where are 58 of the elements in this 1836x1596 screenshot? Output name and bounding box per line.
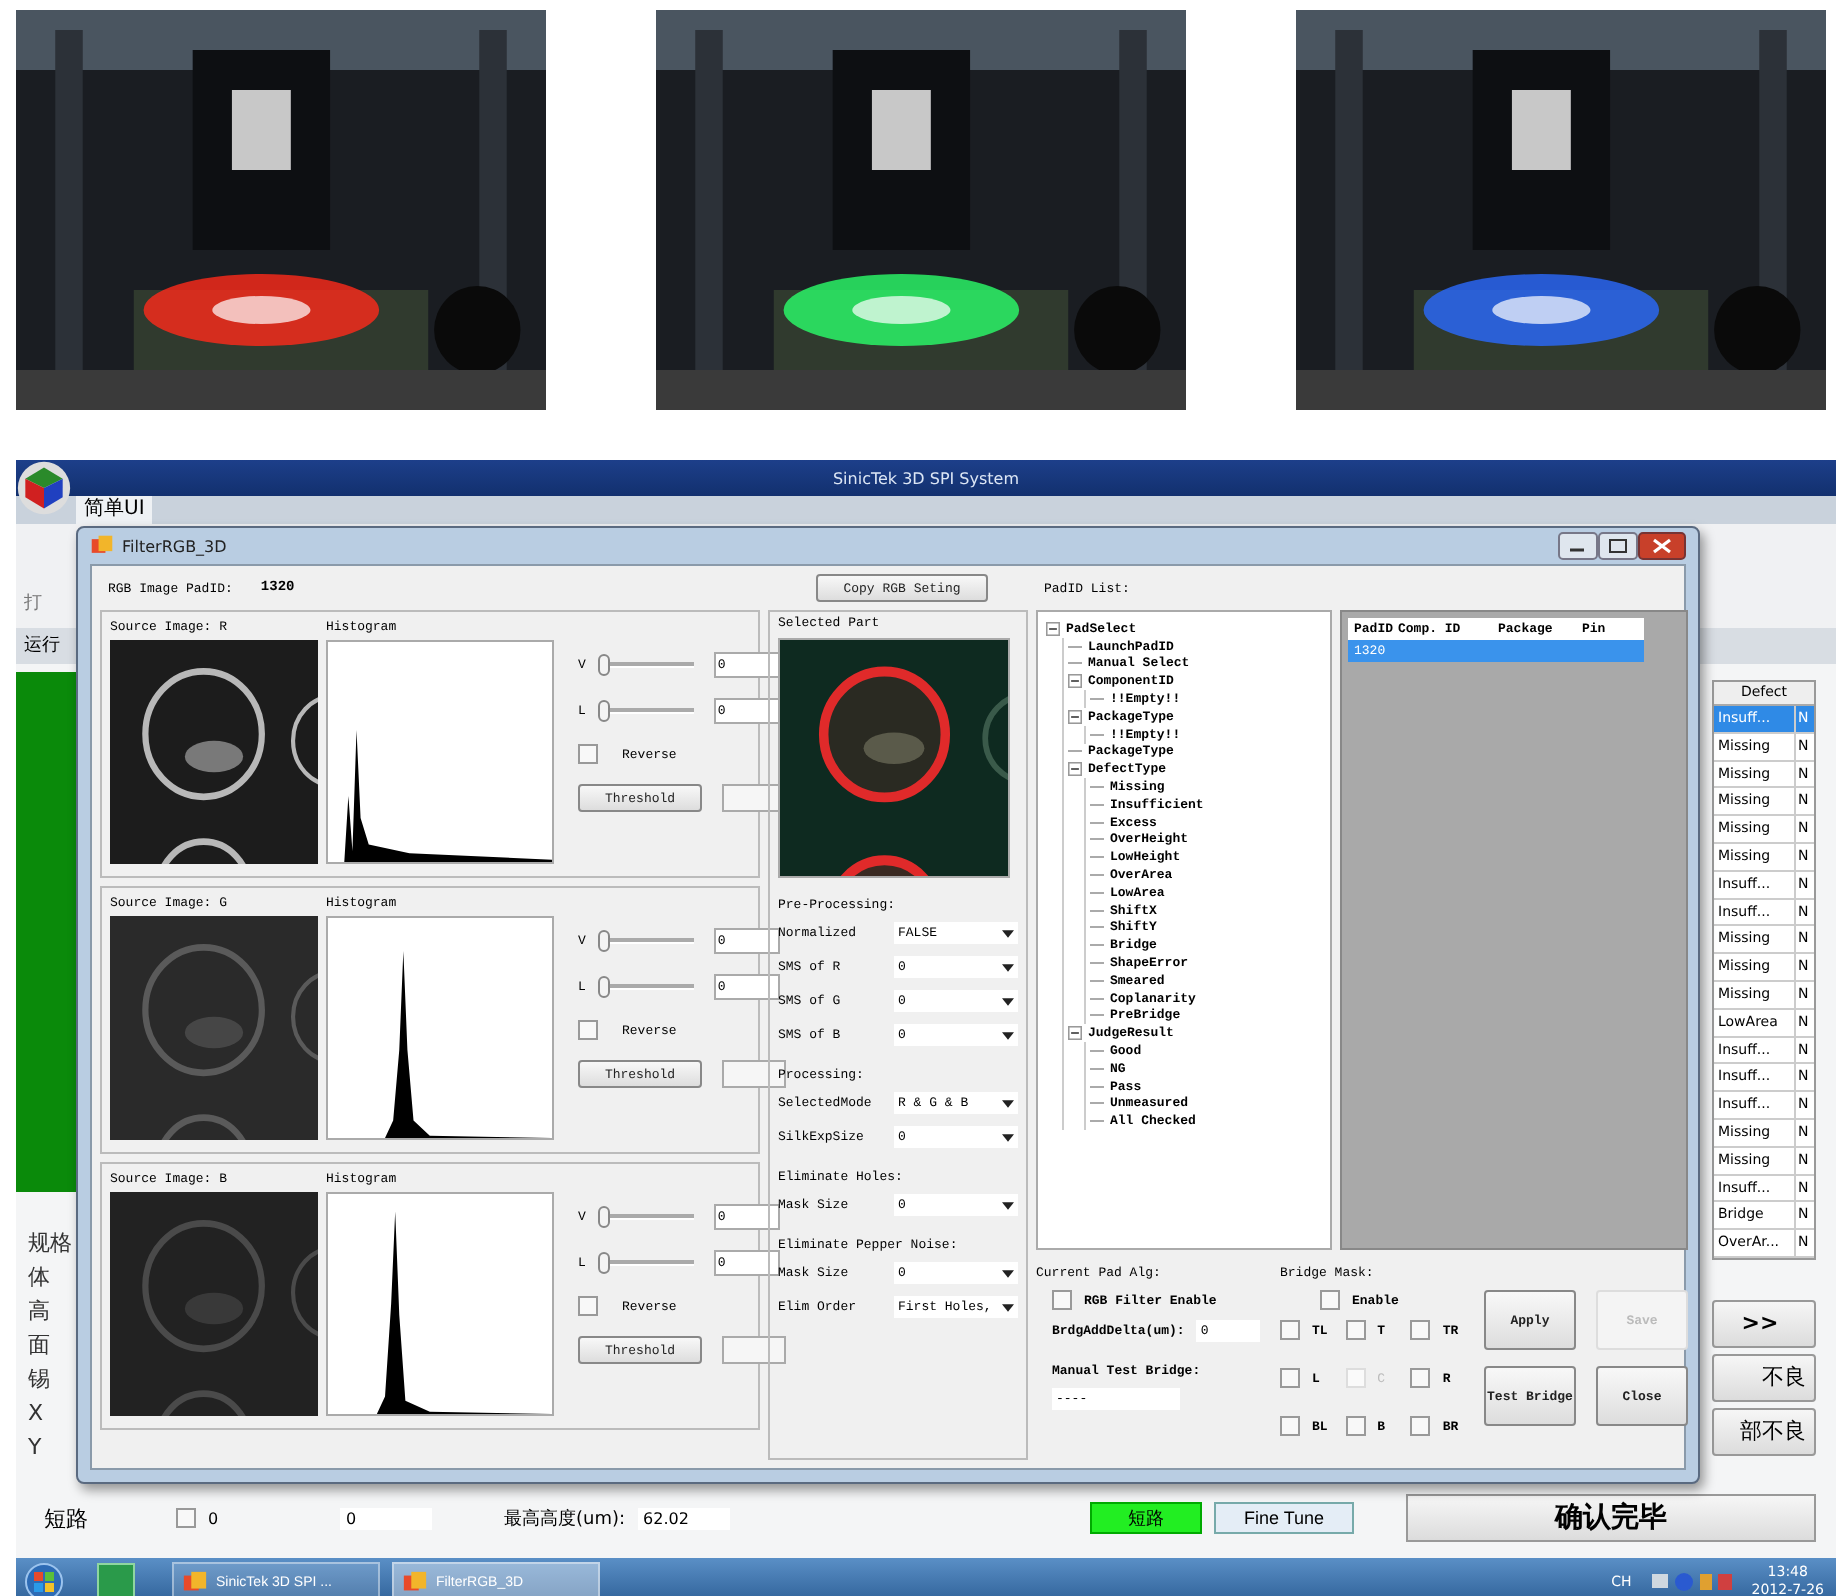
- window-icon: [182, 1569, 208, 1595]
- checkbox[interactable]: [1410, 1416, 1431, 1436]
- checkbox[interactable]: [1410, 1368, 1431, 1388]
- tab[interactable]: 运行: [24, 634, 60, 658]
- checkbox[interactable]: [1410, 1320, 1431, 1340]
- collapse-icon[interactable]: [1046, 621, 1060, 636]
- checkbox[interactable]: [176, 1508, 196, 1528]
- checkbox[interactable]: [1280, 1368, 1300, 1388]
- field-label: 锡: [28, 1364, 50, 1394]
- checkbox[interactable]: [1280, 1416, 1300, 1436]
- checkbox[interactable]: [1345, 1416, 1366, 1436]
- field-label: X: [28, 1398, 44, 1428]
- caret-icon: [1002, 963, 1014, 971]
- checkbox[interactable]: [578, 1296, 598, 1316]
- checkbox[interactable]: [1320, 1290, 1340, 1310]
- collapse-icon[interactable]: [1068, 1026, 1082, 1041]
- window-title: SinicTek 3D SPI System: [832, 469, 1020, 487]
- short-button[interactable]: 短路: [1090, 1502, 1202, 1534]
- field-label: Y: [28, 1432, 42, 1462]
- collapse-icon[interactable]: [1068, 674, 1082, 689]
- checkbox[interactable]: [1345, 1320, 1366, 1340]
- field-label: 高: [28, 1296, 50, 1326]
- caret-icon: [1002, 1133, 1014, 1141]
- checkbox[interactable]: [1052, 1290, 1072, 1310]
- field-label: 体: [28, 1262, 50, 1292]
- collapse-icon[interactable]: [1068, 762, 1082, 777]
- checkbox[interactable]: [578, 744, 598, 764]
- action-button[interactable]: 部不良: [1712, 1407, 1816, 1456]
- caret-icon: [1002, 997, 1014, 1005]
- tab[interactable]: 简单UI: [76, 496, 153, 524]
- value-text: 0: [208, 1509, 221, 1527]
- action-button[interactable]: >>: [1712, 1299, 1816, 1348]
- app-icon[interactable]: [96, 1562, 136, 1596]
- field-label: 面: [28, 1330, 50, 1360]
- field-label: 最高高度(um):: [504, 1507, 626, 1531]
- input-field[interactable]: 62.02: [637, 1507, 730, 1529]
- toolbar-label[interactable]: 打: [24, 590, 42, 616]
- caret-icon: [1002, 1099, 1014, 1107]
- fine-tune-button[interactable]: Fine Tune: [1214, 1502, 1354, 1534]
- window-icon: [402, 1569, 428, 1595]
- action-button[interactable]: 不良: [1712, 1353, 1816, 1402]
- window-title: FilterRGB_3D: [122, 537, 227, 555]
- input-field[interactable]: [722, 1336, 786, 1364]
- confirm-button[interactable]: 确认完毕: [1406, 1494, 1816, 1542]
- caret-icon: [1002, 1201, 1014, 1209]
- caret-icon: [1002, 929, 1014, 937]
- collapse-icon[interactable]: [1068, 709, 1082, 724]
- checkbox[interactable]: [1280, 1320, 1300, 1340]
- caret-icon: [1002, 1031, 1014, 1039]
- field-label: 规格: [28, 1228, 72, 1258]
- window-controls-icon[interactable]: [1558, 532, 1686, 560]
- caret-icon: [1002, 1303, 1014, 1311]
- start-button-icon[interactable]: [24, 1562, 64, 1596]
- window-icon: [90, 534, 114, 558]
- caret-icon: [1002, 1269, 1014, 1277]
- input-field[interactable]: 0: [340, 1507, 432, 1529]
- field-label: 短路: [44, 1503, 90, 1533]
- checkbox[interactable]: [578, 1020, 598, 1040]
